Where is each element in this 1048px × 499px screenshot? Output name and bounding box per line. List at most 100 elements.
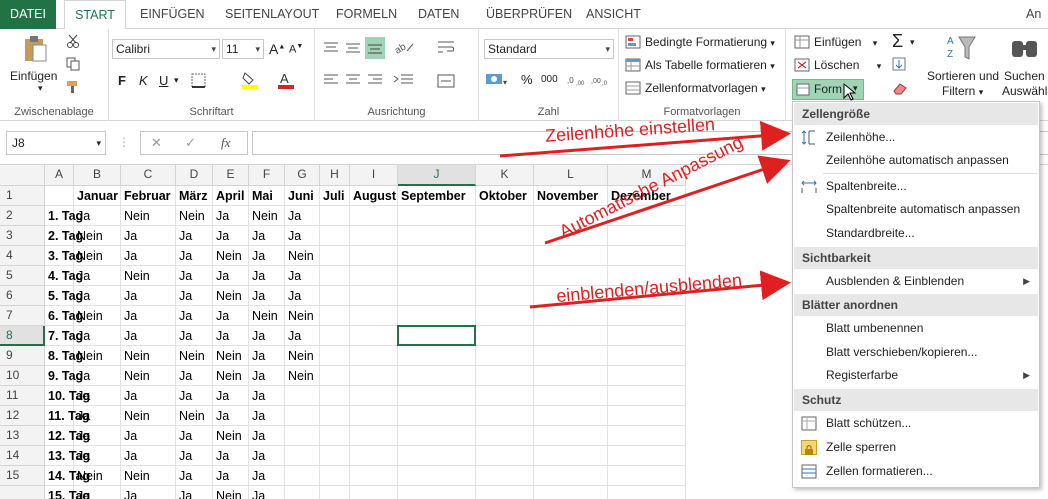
table-cell[interactable]: Ja <box>249 266 285 286</box>
table-cell[interactable] <box>476 346 534 366</box>
table-cell[interactable]: Ja <box>249 486 285 499</box>
table-cell[interactable]: Ja <box>285 206 320 226</box>
table-cell[interactable]: Nein <box>213 366 249 386</box>
table-cell[interactable] <box>534 386 608 406</box>
paste-icon[interactable] <box>22 35 48 63</box>
table-cell[interactable] <box>476 486 534 499</box>
table-cell[interactable] <box>608 426 686 446</box>
table-cell[interactable] <box>476 386 534 406</box>
select-all-corner[interactable] <box>0 165 45 186</box>
table-cell[interactable] <box>398 426 476 446</box>
table-cell[interactable]: Ja <box>121 426 176 446</box>
table-cell[interactable] <box>350 226 398 246</box>
merge-center-icon[interactable] <box>437 73 457 89</box>
column-header-h[interactable]: H <box>320 165 350 186</box>
table-cell[interactable] <box>608 346 686 366</box>
delete-cells-icon[interactable] <box>794 58 810 72</box>
table-cell[interactable]: Ja <box>249 366 285 386</box>
align-left-icon[interactable] <box>323 73 339 87</box>
table-cell[interactable]: Nein <box>285 246 320 266</box>
table-cell[interactable] <box>476 426 534 446</box>
table-cell[interactable] <box>476 306 534 326</box>
table-cell[interactable] <box>320 266 350 286</box>
bold-button[interactable]: F <box>118 73 126 88</box>
font-name-select[interactable]: Calibri ▾ <box>112 39 220 59</box>
table-cell[interactable]: Ja <box>249 246 285 266</box>
table-cell[interactable] <box>320 466 350 486</box>
table-cell[interactable]: Ja <box>285 326 320 346</box>
table-cell[interactable] <box>476 406 534 426</box>
column-title-cell[interactable]: Februar <box>121 186 176 206</box>
table-cell[interactable]: Ja <box>176 246 213 266</box>
table-cell[interactable]: Ja <box>213 326 249 346</box>
delete-cells-button[interactable]: Löschen ▾ <box>814 58 881 72</box>
table-cell[interactable] <box>320 326 350 346</box>
italic-button[interactable]: K <box>139 73 148 88</box>
row-label-cell[interactable]: 7. Tag <box>45 326 83 346</box>
indent-icon[interactable] <box>393 73 415 87</box>
table-cell[interactable] <box>534 366 608 386</box>
row-label-cell[interactable]: 11. Tag <box>45 406 89 426</box>
fill-icon[interactable] <box>892 57 908 71</box>
table-cell[interactable]: Nein <box>176 406 213 426</box>
align-middle-icon[interactable] <box>345 41 361 55</box>
insert-cells-icon[interactable] <box>794 35 810 49</box>
cancel-icon[interactable]: ✕ <box>151 132 162 154</box>
table-cell[interactable] <box>285 426 320 446</box>
sort-filter-icon[interactable]: AZ <box>945 33 977 63</box>
row-header[interactable]: 3 <box>0 226 45 246</box>
table-cell[interactable] <box>350 346 398 366</box>
table-cell[interactable] <box>476 206 534 226</box>
table-cell[interactable]: Ja <box>176 466 213 486</box>
row-header[interactable]: 11 <box>0 386 45 406</box>
tab-formulas[interactable]: FORMELN <box>326 0 407 29</box>
table-cell[interactable]: Ja <box>285 266 320 286</box>
menu-item-lock-cell[interactable]: Zelle sperren <box>794 436 1038 459</box>
table-cell[interactable] <box>285 406 320 426</box>
table-cell[interactable] <box>285 386 320 406</box>
menu-item-default-width[interactable]: Standardbreite... <box>794 222 1038 245</box>
column-header-b[interactable]: B <box>74 165 121 186</box>
row-header[interactable]: 8 <box>0 326 45 346</box>
table-cell[interactable] <box>350 266 398 286</box>
row-header[interactable]: 5 <box>0 266 45 286</box>
column-title-cell[interactable]: Oktober <box>476 186 534 206</box>
column-title-cell[interactable]: Januar <box>74 186 121 206</box>
table-cell[interactable] <box>608 466 686 486</box>
table-cell[interactable]: Ja <box>285 286 320 306</box>
tab-start[interactable]: START <box>64 0 126 30</box>
column-title-cell[interactable]: April <box>213 186 249 206</box>
table-cell[interactable]: Ja <box>249 406 285 426</box>
table-cell[interactable] <box>534 486 608 499</box>
table-cell[interactable]: Nein <box>74 346 121 366</box>
table-cell[interactable]: Ja <box>121 246 176 266</box>
column-header-k[interactable]: K <box>476 165 534 186</box>
table-cell[interactable] <box>350 366 398 386</box>
menu-item-tab-color[interactable]: Registerfarbe ▶ <box>794 364 1038 387</box>
table-cell[interactable] <box>608 406 686 426</box>
tab-data[interactable]: DATEN <box>408 0 469 29</box>
table-cell[interactable]: Ja <box>121 286 176 306</box>
tab-view[interactable]: ANSICHT <box>576 0 651 29</box>
table-cell[interactable]: Ja <box>121 226 176 246</box>
fill-color-icon[interactable] <box>241 70 261 90</box>
insert-cells-button[interactable]: Einfügen ▾ <box>814 35 877 49</box>
tab-file[interactable]: DATEI <box>0 0 56 29</box>
align-top-icon[interactable] <box>323 41 339 55</box>
format-cells-dropdown-button[interactable]: Form ▾ <box>792 79 864 101</box>
menu-item-row-height[interactable]: Zeilenhöhe... <box>794 126 1038 149</box>
grow-font-button[interactable]: A▲ <box>269 41 285 57</box>
table-cell[interactable]: Ja <box>213 466 249 486</box>
table-cell[interactable] <box>476 466 534 486</box>
table-cell[interactable] <box>534 446 608 466</box>
table-cell[interactable]: Ja <box>176 286 213 306</box>
conditional-format-button[interactable]: Bedingte Formatierung ▾ <box>645 35 775 49</box>
row-label-cell[interactable]: 9. Tag <box>45 366 83 386</box>
table-cell[interactable] <box>398 246 476 266</box>
table-cell[interactable]: Ja <box>213 386 249 406</box>
table-cell[interactable]: Ja <box>74 366 121 386</box>
table-cell[interactable] <box>285 486 320 499</box>
table-cell[interactable] <box>285 446 320 466</box>
table-cell[interactable]: Ja <box>249 446 285 466</box>
table-cell[interactable]: Ja <box>176 266 213 286</box>
